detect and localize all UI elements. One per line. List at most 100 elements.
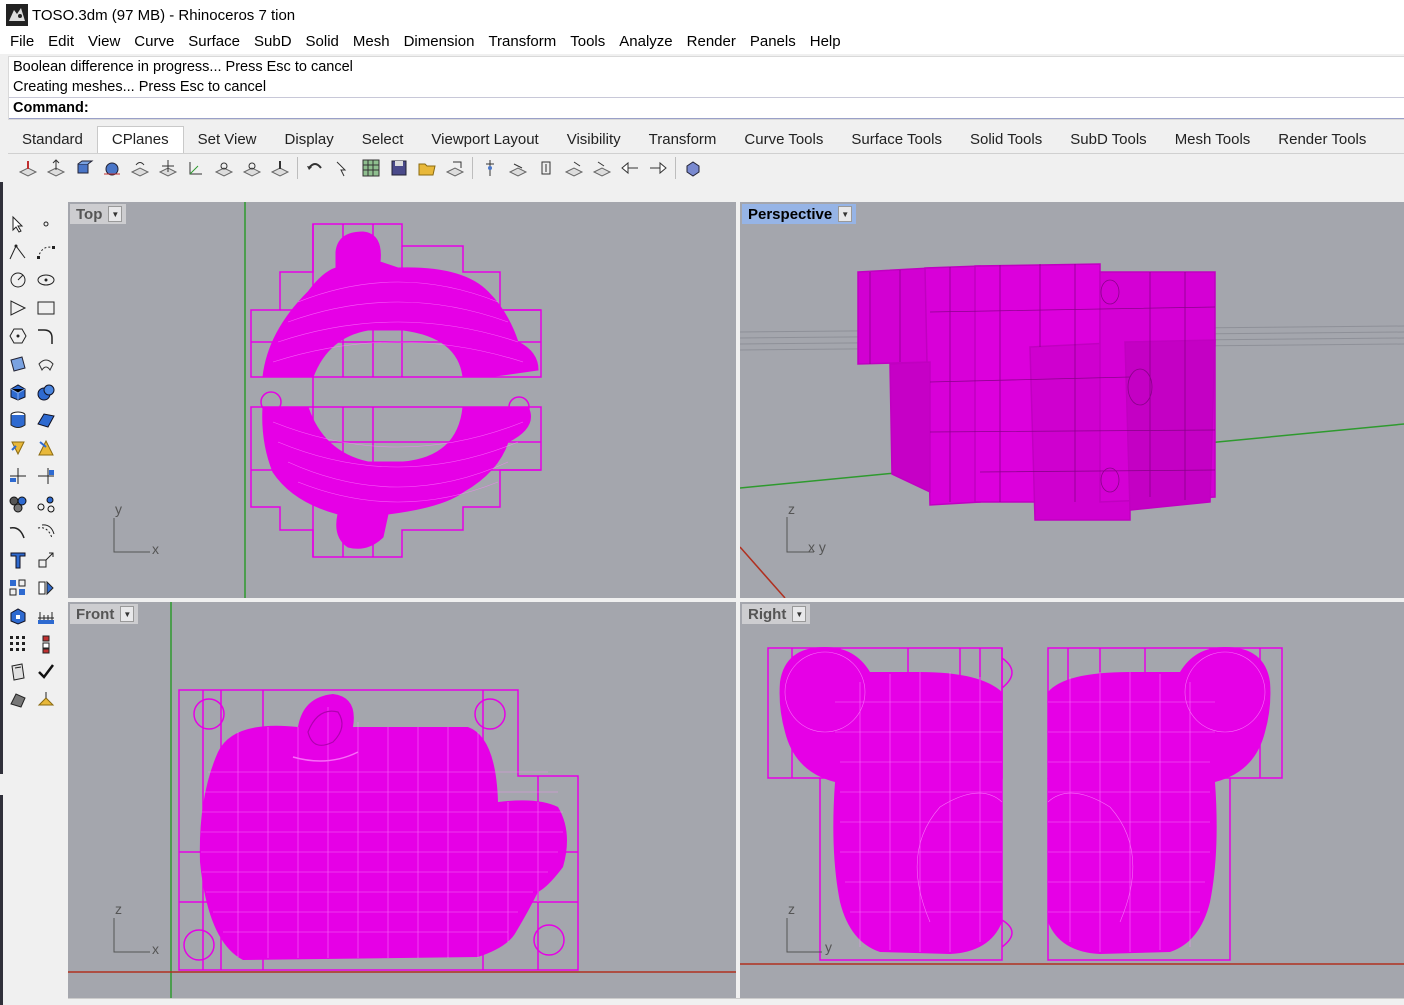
tab-render-tools[interactable]: Render Tools — [1264, 127, 1380, 153]
cplane-rotate-icon[interactable] — [126, 155, 154, 181]
tab-select[interactable]: Select — [348, 127, 418, 153]
menu-curve[interactable]: Curve — [127, 30, 181, 54]
rectangle-icon[interactable] — [32, 294, 60, 322]
tab-visibility[interactable]: Visibility — [553, 127, 635, 153]
command-input[interactable] — [94, 99, 1404, 117]
select-arrow-icon[interactable] — [4, 210, 32, 238]
trim-icon[interactable] — [4, 462, 32, 490]
array-icon[interactable] — [4, 574, 32, 602]
menu-tools[interactable]: Tools — [563, 30, 612, 54]
cplane-prev-icon[interactable] — [616, 155, 644, 181]
surface-edit-icon[interactable] — [32, 350, 60, 378]
tab-cplanes[interactable]: CPlanes — [96, 126, 184, 153]
cplane-sphere-icon[interactable] — [98, 155, 126, 181]
menu-dimension[interactable]: Dimension — [397, 30, 482, 54]
cplane-z-icon[interactable] — [266, 155, 294, 181]
cplane-world-back-icon[interactable] — [560, 155, 588, 181]
curve-control-points-icon[interactable] — [32, 238, 60, 266]
tab-curve-tools[interactable]: Curve Tools — [730, 127, 837, 153]
tab-viewport-layout[interactable]: Viewport Layout — [417, 127, 552, 153]
cplane-world-top-icon[interactable] — [476, 155, 504, 181]
polyline-icon[interactable] — [4, 238, 32, 266]
tab-mesh-tools[interactable]: Mesh Tools — [1161, 127, 1265, 153]
layer-stack-icon[interactable] — [32, 630, 60, 658]
tab-display[interactable]: Display — [271, 127, 348, 153]
cplane-object-icon[interactable] — [70, 155, 98, 181]
ellipse-icon[interactable] — [32, 266, 60, 294]
menu-analyze[interactable]: Analyze — [612, 30, 679, 54]
check-icon[interactable] — [32, 658, 60, 686]
menu-render[interactable]: Render — [680, 30, 743, 54]
menu-view[interactable]: View — [81, 30, 127, 54]
mesh-tools-icon[interactable] — [4, 434, 32, 462]
menu-surface[interactable]: Surface — [181, 30, 247, 54]
tab-subd-tools[interactable]: SubD Tools — [1056, 127, 1160, 153]
viewport-menu-arrow-icon[interactable]: ▼ — [120, 606, 135, 622]
viewport-front[interactable]: z x Front ▼ — [68, 602, 736, 998]
menu-edit[interactable]: Edit — [41, 30, 81, 54]
ungroup-icon[interactable] — [32, 490, 60, 518]
cplane-y-icon[interactable] — [238, 155, 266, 181]
cplane-top-icon[interactable] — [14, 155, 42, 181]
viewport-label-top[interactable]: Top ▼ — [70, 204, 127, 224]
cplane-world-right-icon[interactable] — [532, 155, 560, 181]
tab-set-view[interactable]: Set View — [184, 127, 271, 153]
viewport-top[interactable]: y x Top ▼ — [68, 202, 736, 598]
viewport-label-right[interactable]: Right ▼ — [742, 604, 811, 624]
redo-cplane-icon[interactable] — [329, 155, 357, 181]
viewport-menu-arrow-icon[interactable]: ▼ — [838, 206, 853, 222]
mirror-icon[interactable] — [32, 574, 60, 602]
points-grid-icon[interactable] — [4, 630, 32, 658]
tab-solid-tools[interactable]: Solid Tools — [956, 127, 1056, 153]
named-cplanes-icon[interactable] — [441, 155, 469, 181]
cplane-elevation-icon[interactable] — [42, 155, 70, 181]
shaded-display-icon[interactable] — [4, 686, 32, 714]
dimension-icon[interactable] — [32, 602, 60, 630]
offset-curve-icon[interactable] — [32, 518, 60, 546]
extrude-surface-icon[interactable] — [32, 406, 60, 434]
cylinder-icon[interactable] — [4, 406, 32, 434]
cplane-3point-icon[interactable] — [154, 155, 182, 181]
rhino-app-icon[interactable] — [6, 4, 28, 26]
properties-icon[interactable] — [4, 658, 32, 686]
fillet-curve-icon[interactable] — [32, 322, 60, 350]
viewport-menu-arrow-icon[interactable]: ▼ — [108, 206, 123, 222]
arc-icon[interactable] — [4, 294, 32, 322]
cplane-x-icon[interactable] — [210, 155, 238, 181]
box-edit-icon[interactable] — [4, 602, 32, 630]
viewport-perspective[interactable]: z x y Perspective ▼ — [740, 202, 1404, 598]
cplane-to-object-icon[interactable] — [679, 155, 707, 181]
viewport-menu-arrow-icon[interactable]: ▼ — [792, 606, 807, 622]
cplane-origin-icon[interactable] — [182, 155, 210, 181]
surface-from-points-icon[interactable] — [4, 350, 32, 378]
menu-panels[interactable]: Panels — [743, 30, 803, 54]
save-cplane-icon[interactable] — [385, 155, 413, 181]
box-solid-icon[interactable] — [4, 378, 32, 406]
open-cplane-icon[interactable] — [413, 155, 441, 181]
tab-surface-tools[interactable]: Surface Tools — [837, 127, 956, 153]
menu-help[interactable]: Help — [803, 30, 848, 54]
menu-subd[interactable]: SubD — [247, 30, 299, 54]
menu-transform[interactable]: Transform — [481, 30, 563, 54]
menu-solid[interactable]: Solid — [299, 30, 346, 54]
point-icon[interactable] — [32, 210, 60, 238]
explode-icon[interactable] — [32, 434, 60, 462]
render-icon[interactable] — [32, 686, 60, 714]
tab-standard[interactable]: Standard — [8, 127, 97, 153]
menu-mesh[interactable]: Mesh — [346, 30, 397, 54]
cplane-world-left-icon[interactable] — [588, 155, 616, 181]
circle-icon[interactable] — [4, 266, 32, 294]
viewport-label-front[interactable]: Front ▼ — [70, 604, 139, 624]
menu-file[interactable]: File — [3, 30, 41, 54]
split-icon[interactable] — [32, 462, 60, 490]
blend-curve-icon[interactable] — [4, 518, 32, 546]
boolean-union-icon[interactable] — [32, 378, 60, 406]
group-icon[interactable] — [4, 490, 32, 518]
polygon-icon[interactable] — [4, 322, 32, 350]
viewport-label-perspective[interactable]: Perspective ▼ — [742, 204, 857, 224]
grid-icon[interactable] — [357, 155, 385, 181]
cplane-world-front-icon[interactable] — [504, 155, 532, 181]
scale-icon[interactable] — [32, 546, 60, 574]
text-icon[interactable] — [4, 546, 32, 574]
undo-cplane-icon[interactable] — [301, 155, 329, 181]
